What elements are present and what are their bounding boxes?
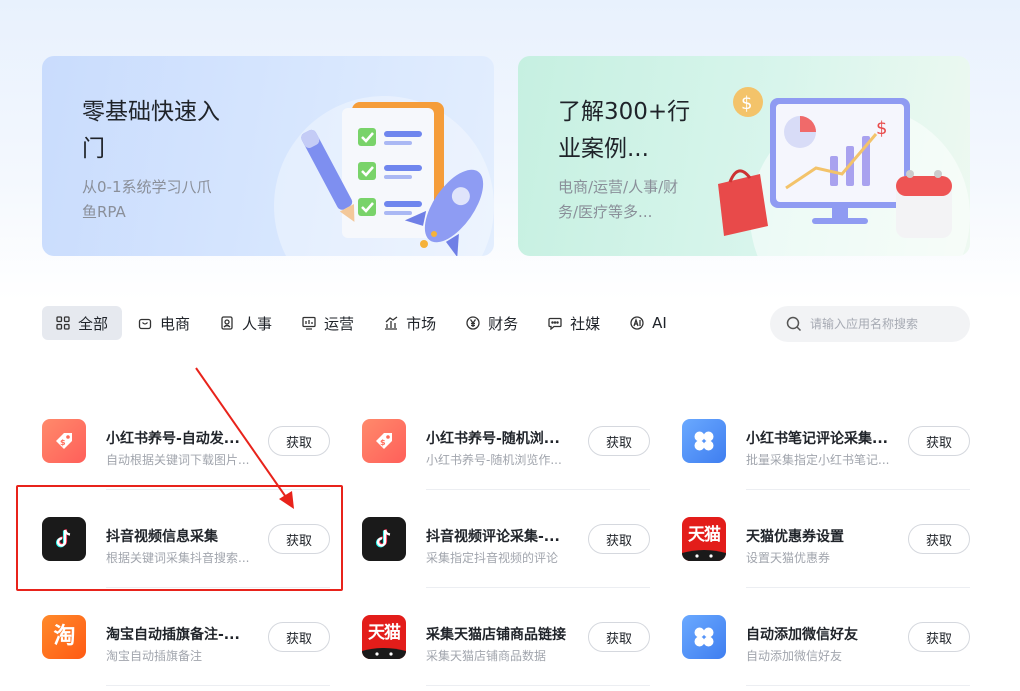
bar-chart-icon [385, 316, 398, 330]
divider [426, 685, 650, 686]
app-card[interactable]: $ 小红书养号-自动发... 自动根据关键词下载图片... 获取 [42, 392, 330, 490]
tab-marketing[interactable]: 市场 [370, 306, 450, 340]
tiktok-icon [362, 517, 406, 561]
app-card[interactable]: 抖音视频评论采集-... 采集指定抖音视频的评论 获取 [362, 490, 650, 588]
clover-app-icon [682, 615, 726, 659]
search-input[interactable] [810, 317, 960, 331]
get-button[interactable]: 获取 [908, 622, 970, 652]
svg-text:$: $ [741, 93, 752, 114]
banner-title: 零基础快速入门 [82, 99, 220, 162]
tab-label: AI [652, 314, 667, 332]
app-name: 采集天猫店铺商品链接 [426, 627, 566, 643]
xiaohongshu-tag-icon: $ [42, 419, 86, 463]
highlight-box [16, 485, 343, 591]
svg-text:$: $ [380, 438, 386, 447]
tab-ecommerce[interactable]: 电商 [124, 306, 204, 340]
get-button[interactable]: 获取 [268, 622, 330, 652]
app-card[interactable]: 小红书笔记评论采集... 批量采集指定小红书笔记... 获取 [682, 392, 970, 490]
app-description: 采集天猫店铺商品数据 [426, 649, 547, 663]
grid-icon [56, 316, 70, 330]
app-description: 批量采集指定小红书笔记... [746, 453, 890, 467]
app-search-box[interactable] [770, 306, 970, 342]
get-button[interactable]: 获取 [268, 426, 330, 456]
banner-subtitle: 电商/运营/人事/财务/医疗等多... [558, 178, 679, 221]
svg-text:$: $ [60, 438, 66, 447]
ai-icon [630, 316, 644, 330]
tab-label: 运营 [324, 314, 355, 333]
xiaohongshu-tag-icon: $ [362, 419, 406, 463]
banner-subtitle: 从0-1系统学习八爪鱼RPA [82, 178, 212, 221]
category-tabs: 全部 电商 人事 运营 市场 财务 社媒 AI [42, 306, 683, 340]
taobao-icon: 淘 [42, 615, 86, 659]
app-card[interactable]: $ 小红书养号-随机浏... 小红书养号-随机浏览作... 获取 [362, 392, 650, 490]
yen-coin-icon [466, 316, 480, 330]
tab-hr[interactable]: 人事 [206, 306, 286, 340]
checklist-rocket-illustration [274, 96, 494, 256]
app-name: 抖音视频评论采集-... [426, 529, 560, 545]
clover-app-icon [682, 419, 726, 463]
tmall-icon: 天猫 [362, 615, 406, 659]
shopping-bag-icon [138, 318, 152, 330]
tab-all[interactable]: 全部 [42, 306, 123, 340]
get-button[interactable]: 获取 [908, 426, 970, 456]
monitor-chart-icon [302, 316, 316, 330]
tab-social-media[interactable]: 社媒 [534, 306, 614, 340]
tab-label: 社媒 [570, 314, 601, 333]
tmall-logo-text: 天猫 [368, 622, 401, 643]
tab-label: 财务 [488, 314, 519, 333]
tab-label: 全部 [78, 314, 109, 333]
app-card[interactable]: 自动添加微信好友 自动添加微信好友 获取 [682, 588, 970, 686]
tab-finance[interactable]: 财务 [452, 306, 532, 340]
tab-label: 电商 [160, 314, 191, 333]
svg-text:$: $ [876, 118, 887, 139]
tab-label: 市场 [406, 314, 437, 333]
app-name: 小红书养号-随机浏... [426, 431, 560, 447]
get-button[interactable]: 获取 [908, 524, 970, 554]
quick-start-banner[interactable]: 零基础快速入门 从0-1系统学习八爪鱼RPA [42, 56, 494, 256]
app-name: 天猫优惠券设置 [746, 529, 844, 545]
chat-bubble-icon [548, 317, 562, 330]
app-card[interactable]: 天猫 采集天猫店铺商品链接 采集天猫店铺商品数据 获取 [362, 588, 650, 686]
app-card[interactable]: 天猫 天猫优惠券设置 设置天猫优惠券 获取 [682, 490, 970, 588]
tmall-logo-text: 天猫 [688, 524, 721, 545]
app-description: 设置天猫优惠券 [746, 551, 831, 565]
app-description: 自动根据关键词下载图片... [106, 453, 250, 467]
get-button[interactable]: 获取 [588, 426, 650, 456]
id-badge-icon [221, 316, 233, 330]
dashboard-shopping-illustration: $ $ [718, 87, 970, 256]
tab-label: 人事 [242, 314, 273, 333]
app-description: 小红书养号-随机浏览作... [426, 453, 562, 467]
get-button[interactable]: 获取 [588, 622, 650, 652]
get-button[interactable]: 获取 [588, 524, 650, 554]
taobao-logo-text: 淘 [53, 624, 75, 649]
divider [106, 685, 330, 686]
tab-ai[interactable]: AI [616, 306, 681, 340]
tmall-icon: 天猫 [682, 517, 726, 561]
tab-operations[interactable]: 运营 [288, 306, 368, 340]
banner-title: 了解300+行业案例... [558, 99, 691, 162]
app-description: 采集指定抖音视频的评论 [426, 551, 559, 565]
app-description: 自动添加微信好友 [746, 649, 843, 663]
industry-cases-banner[interactable]: 了解300+行业案例... 电商/运营/人事/财务/医疗等多... $ $ [518, 56, 970, 256]
app-name: 小红书笔记评论采集... [746, 431, 888, 447]
divider [746, 685, 970, 686]
app-card[interactable]: 淘 淘宝自动插旗备注-... 淘宝自动插旗备注 获取 [42, 588, 330, 686]
app-name: 淘宝自动插旗备注-... [106, 627, 240, 643]
app-description: 淘宝自动插旗备注 [106, 649, 203, 663]
app-name: 小红书养号-自动发... [106, 431, 240, 447]
search-icon [786, 316, 802, 332]
app-name: 自动添加微信好友 [746, 627, 858, 643]
